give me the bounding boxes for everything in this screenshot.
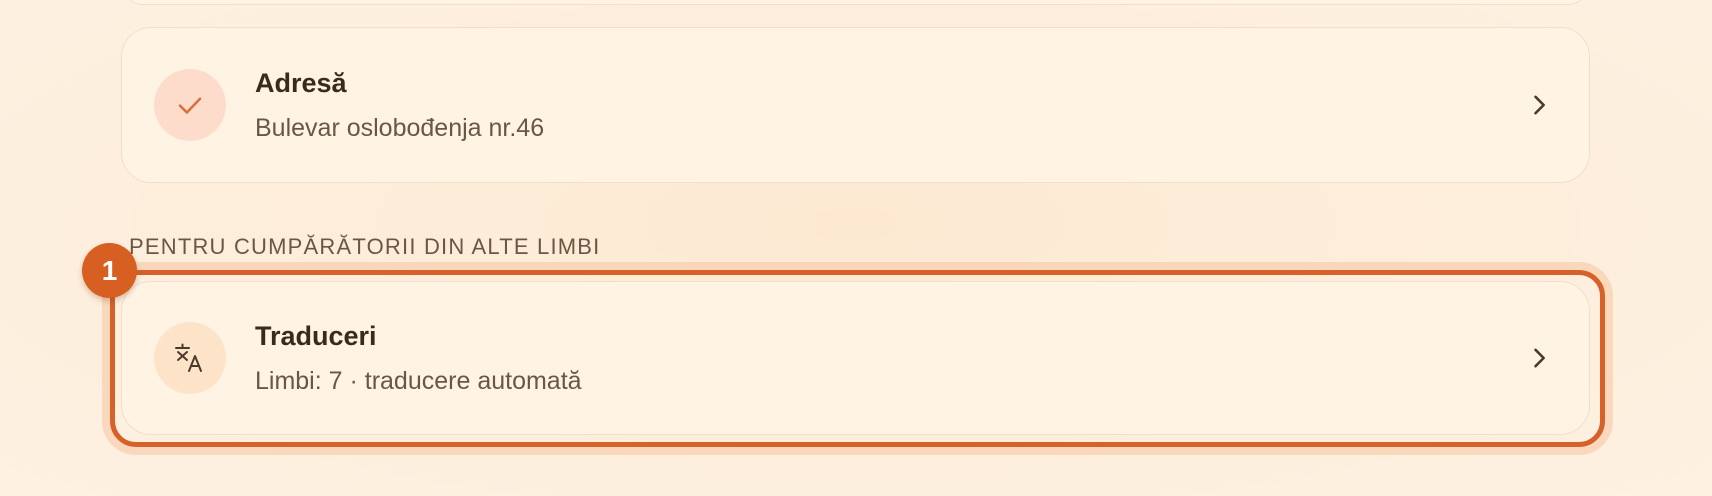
previous-card[interactable] <box>121 0 1590 5</box>
step-badge: 1 <box>82 243 137 298</box>
address-row[interactable]: Adresă Bulevar oslobođenja nr.46 <box>121 27 1590 183</box>
address-text: Adresă Bulevar oslobođenja nr.46 <box>255 65 544 145</box>
translations-row[interactable]: Traduceri Limbi: 7 · traducere automată <box>121 281 1590 435</box>
section-label: PENTRU CUMPĂRĂTORII DIN ALTE LIMBI <box>129 234 601 259</box>
chevron-right-icon <box>1534 348 1545 368</box>
translate-icon <box>154 322 226 394</box>
translations-title: Traduceri <box>255 321 377 351</box>
check-icon <box>154 69 226 141</box>
translations-text: Traduceri Limbi: 7 · traducere automată <box>255 318 582 398</box>
translations-subtitle: Limbi: 7 · traducere automată <box>255 367 582 395</box>
address-subtitle: Bulevar oslobođenja nr.46 <box>255 114 545 142</box>
chevron-right-icon <box>1534 95 1545 115</box>
address-title: Adresă <box>255 68 347 98</box>
